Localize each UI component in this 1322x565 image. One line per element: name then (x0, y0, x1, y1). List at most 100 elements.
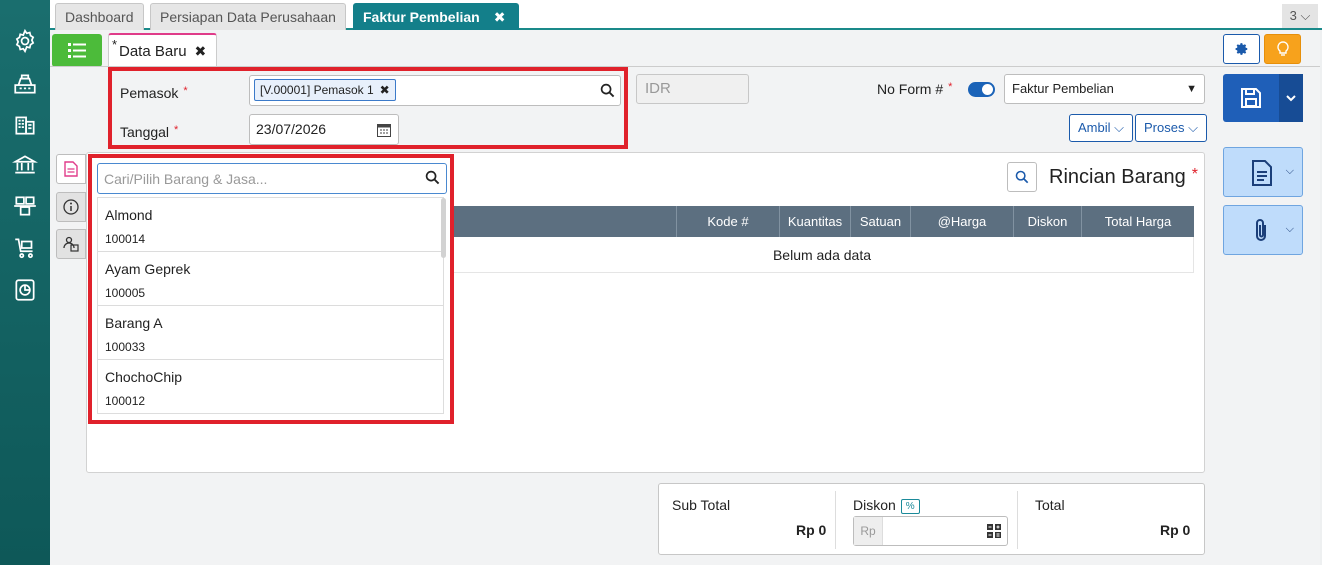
tab-dashboard[interactable]: Dashboard (55, 3, 144, 30)
required-mark: * (948, 81, 953, 93)
tab-faktur-label: Faktur Pembelian (363, 9, 480, 25)
search-icon[interactable] (425, 170, 440, 185)
required-mark: * (174, 124, 179, 136)
rp-prefix: Rp (854, 517, 883, 545)
document-actions-button[interactable]: ⌵ (1223, 147, 1303, 197)
currency-field: IDR (636, 74, 749, 104)
subtab-label: Data Baru (119, 43, 187, 60)
search-icon (1015, 170, 1029, 184)
paperclip-icon (1256, 219, 1266, 241)
item-code: 100012 (105, 394, 146, 408)
totals-divider (1017, 491, 1018, 549)
cart-icon[interactable] (11, 234, 39, 262)
report-chart-icon[interactable] (11, 276, 39, 304)
tips-button[interactable] (1264, 34, 1301, 64)
list-item[interactable]: Ayam Geprek 100005 (98, 252, 443, 306)
tab-persiapan-label: Persiapan Data Perusahaan (160, 9, 336, 25)
col-harga[interactable]: @Harga (910, 206, 1013, 237)
bank-icon[interactable] (11, 151, 39, 179)
subtab-data-baru[interactable]: * Data Baru ✖ (108, 33, 218, 66)
cash-register-icon[interactable] (11, 70, 39, 98)
tab-dashboard-label: Dashboard (65, 9, 134, 25)
settings-icon[interactable] (11, 27, 39, 55)
calendar-icon[interactable] (377, 123, 391, 137)
document-icon (64, 161, 78, 177)
unsaved-marker: * (112, 37, 118, 52)
chevron-down-icon: ⌵ (1285, 165, 1294, 177)
save-button[interactable] (1223, 74, 1279, 122)
item-name: Barang A (105, 315, 163, 331)
col-total-harga[interactable]: Total Harga (1081, 206, 1194, 237)
list-item[interactable]: Barang A 100033 (98, 306, 443, 360)
close-tab-icon[interactable]: ✖ (494, 9, 506, 25)
gear-icon (1235, 43, 1247, 55)
tanggal-field[interactable]: 23/07/2026 (249, 114, 399, 145)
total-value: Rp 0 (1160, 522, 1191, 538)
required-mark: * (1191, 166, 1198, 183)
tab-count-dropdown[interactable]: 3 ⌵ (1282, 4, 1318, 28)
settings-button[interactable] (1223, 34, 1260, 64)
vtab-user-details[interactable] (56, 229, 86, 259)
item-code: 100005 (105, 286, 146, 300)
list-scrollbar[interactable] (441, 198, 446, 258)
list-item[interactable]: ChochoChip 100012 (98, 360, 443, 413)
col-kode[interactable]: Kode # (676, 206, 779, 237)
diskon-field[interactable]: Rp (853, 516, 1008, 546)
floppy-disk-icon (1241, 88, 1261, 108)
no-form-toggle[interactable] (968, 82, 995, 97)
totals-divider (835, 491, 836, 549)
empty-table-message: Belum ada data (450, 237, 1194, 273)
items-table-header: Kode # Kuantitas Satuan @Harga Diskon To… (450, 206, 1194, 237)
item-picker-dropdown: Almond 100014 Ayam Geprek 100005 Barang A 1… (88, 154, 454, 424)
main-panel: * Data Baru ✖ Pemasok * [V.00001] Pemasok … (50, 30, 1320, 565)
subtotal-value: Rp 0 (796, 522, 827, 538)
left-sidebar (0, 0, 50, 565)
close-subtab-icon[interactable]: ✖ (195, 43, 207, 59)
pemasok-field[interactable]: [V.00001] Pemasok 1 ✖ (249, 75, 621, 106)
total-label: Total (1035, 497, 1065, 513)
vtab-info[interactable] (56, 192, 86, 222)
ambil-button[interactable]: Ambil ⌵ (1069, 114, 1133, 142)
col-kuantitas[interactable]: Kuantitas (779, 206, 850, 237)
tab-faktur-pembelian[interactable]: Faktur Pembelian ✖ (353, 3, 519, 30)
chevron-down-icon: ⌵ (1285, 223, 1294, 235)
subtotal-label: Sub Total (672, 497, 731, 513)
item-search-input[interactable] (98, 164, 418, 193)
rincian-barang-title: Rincian Barang * (1049, 166, 1198, 188)
building-icon[interactable] (11, 111, 39, 139)
percent-toggle[interactable]: % (900, 499, 920, 514)
item-list: Almond 100014 Ayam Geprek 100005 Barang A 1… (97, 197, 444, 414)
search-icon[interactable] (600, 83, 615, 98)
attachment-button[interactable]: ⌵ (1223, 205, 1303, 255)
pemasok-label: Pemasok * (120, 85, 188, 101)
calculator-icon[interactable] (987, 524, 1001, 538)
tab-persiapan-data[interactable]: Persiapan Data Perusahaan (150, 3, 346, 30)
info-icon (63, 199, 79, 215)
inventory-icon[interactable] (11, 192, 39, 220)
form-type-value: Faktur Pembelian (1012, 81, 1114, 96)
proses-button[interactable]: Proses ⌵ (1135, 114, 1207, 142)
remove-chip-icon[interactable]: ✖ (380, 83, 390, 97)
item-name: Ayam Geprek (105, 261, 191, 277)
top-tab-bar: Dashboard Persiapan Data Perusahaan Fakt… (50, 0, 1322, 30)
list-item[interactable]: Almond 100014 (98, 198, 443, 252)
rincian-search-button[interactable] (1007, 162, 1037, 192)
item-name: ChochoChip (105, 369, 183, 385)
form-type-select[interactable]: Faktur Pembelian ▼ (1004, 74, 1205, 104)
item-search-field[interactable] (97, 163, 447, 194)
tanggal-label: Tanggal * (120, 124, 179, 140)
no-form-label: No Form # * (877, 81, 953, 97)
chevron-down-icon: ▼ (1186, 83, 1197, 95)
list-icon (68, 43, 86, 58)
lightbulb-icon (1276, 41, 1289, 56)
col-diskon[interactable]: Diskon (1013, 206, 1081, 237)
save-options-button[interactable] (1279, 74, 1303, 122)
list-menu-button[interactable] (52, 34, 102, 67)
col-satuan[interactable]: Satuan (850, 206, 910, 237)
required-mark: * (183, 85, 188, 97)
tanggal-value: 23/07/2026 (256, 121, 327, 137)
vtab-document[interactable] (56, 154, 86, 184)
chevron-down-icon (1286, 94, 1296, 101)
diskon-label: Diskon% (853, 497, 920, 514)
item-name: Almond (105, 207, 153, 223)
